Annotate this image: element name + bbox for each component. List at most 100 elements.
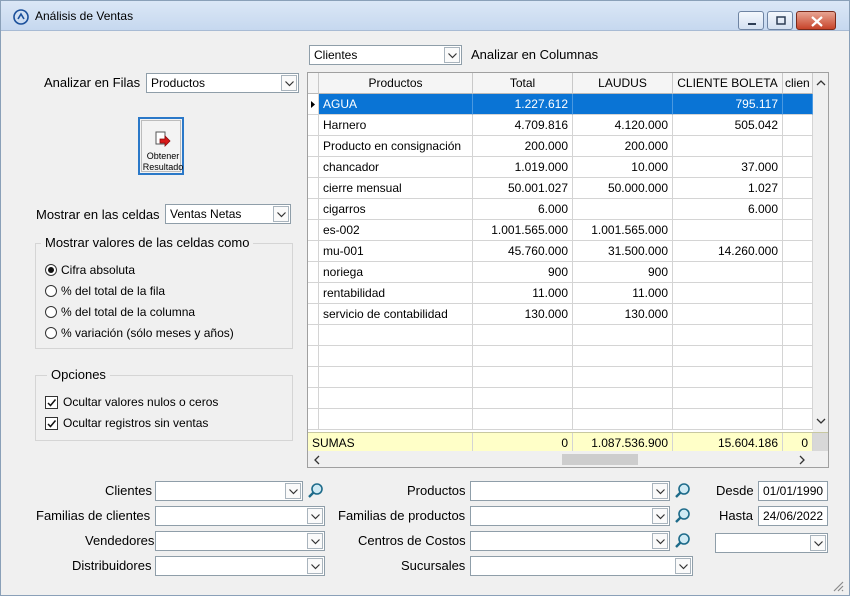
chevron-down-icon[interactable] [816,418,826,425]
table-cell[interactable] [319,388,473,409]
minimize-button[interactable] [738,11,764,30]
table-row[interactable] [308,388,813,409]
table-cell[interactable] [673,262,783,283]
header-laudus[interactable]: LAUDUS [573,73,673,94]
table-cell[interactable]: 6.000 [473,199,573,220]
table-cell[interactable]: Harnero [319,115,473,136]
chevron-down-icon[interactable] [652,533,668,549]
chevron-down-icon[interactable] [281,75,297,91]
table-cell[interactable]: Producto en consignación [319,136,473,157]
vertical-scrollbar[interactable] [813,73,828,433]
table-cell[interactable] [673,220,783,241]
table-cell[interactable] [473,409,573,430]
table-cell[interactable] [783,262,813,283]
table-cell[interactable] [319,367,473,388]
table-row[interactable]: noriega 900 900 [308,262,813,283]
table-cell[interactable] [783,94,813,115]
table-cell[interactable] [783,283,813,304]
table-cell[interactable] [783,136,813,157]
horizontal-scroll-thumb[interactable] [562,454,638,465]
header-cliente-boleta[interactable]: CLIENTE BOLETA [673,73,783,94]
table-cell[interactable] [673,388,783,409]
table-cell[interactable]: 900 [473,262,573,283]
productos-search-icon[interactable] [673,481,693,501]
chevron-down-icon[interactable] [675,558,691,574]
table-cell[interactable] [783,346,813,367]
table-cell[interactable]: 14.260.000 [673,241,783,262]
chevron-down-icon[interactable] [285,483,301,499]
table-cell[interactable] [673,283,783,304]
table-cell[interactable] [673,325,783,346]
cells-combo[interactable]: Ventas Netas [165,204,291,224]
chevron-down-icon[interactable] [307,533,323,549]
table-cell[interactable]: AGUA [319,94,473,115]
table-cell[interactable]: 1.001.565.000 [573,220,673,241]
table-cell[interactable]: mu-001 [319,241,473,262]
centros-costos-combo[interactable] [470,531,670,551]
table-cell[interactable]: es-002 [319,220,473,241]
radio-button[interactable] [45,285,57,297]
chevron-down-icon[interactable] [810,535,826,551]
table-cell[interactable] [319,325,473,346]
table-cell[interactable]: 10.000 [573,157,673,178]
table-cell[interactable]: servicio de contabilidad [319,304,473,325]
table-cell[interactable] [573,325,673,346]
table-row[interactable] [308,325,813,346]
hasta-date-field[interactable]: 24/06/2022 [758,506,828,526]
table-cell[interactable]: 1.027 [673,178,783,199]
table-cell[interactable] [473,346,573,367]
header-clien[interactable]: clien [783,73,813,94]
table-row[interactable] [308,409,813,430]
table-cell[interactable]: 50.001.027 [473,178,573,199]
table-cell[interactable] [573,388,673,409]
table-cell[interactable]: cierre mensual [319,178,473,199]
clientes-search-icon[interactable] [306,481,326,501]
table-cell[interactable] [783,178,813,199]
table-row[interactable]: cierre mensual 50.001.027 50.000.000 1.027 [308,178,813,199]
period-combo[interactable] [715,533,828,553]
title-bar[interactable]: Análisis de Ventas [1,1,849,31]
header-productos[interactable]: Productos [319,73,473,94]
table-cell[interactable] [673,346,783,367]
table-cell[interactable]: 4.120.000 [573,115,673,136]
results-grid[interactable]: Productos Total LAUDUS CLIENTE BOLETA cl… [307,72,829,468]
chevron-down-icon[interactable] [652,508,668,524]
header-total[interactable]: Total [473,73,573,94]
checkbox[interactable] [45,396,58,409]
table-row[interactable]: Harnero 4.709.816 4.120.000 505.042 [308,115,813,136]
table-cell[interactable] [573,346,673,367]
table-cell[interactable] [319,409,473,430]
table-row[interactable]: chancador 1.019.000 10.000 37.000 [308,157,813,178]
table-cell[interactable] [673,304,783,325]
table-cell[interactable]: 200.000 [573,136,673,157]
table-cell[interactable]: 1.001.565.000 [473,220,573,241]
sucursales-combo[interactable] [470,556,693,576]
table-cell[interactable] [573,94,673,115]
table-row[interactable]: rentabilidad 11.000 11.000 [308,283,813,304]
radio-button[interactable] [45,306,57,318]
table-cell[interactable]: 45.760.000 [473,241,573,262]
table-row[interactable] [308,346,813,367]
table-cell[interactable] [783,157,813,178]
table-cell[interactable]: 795.117 [673,94,783,115]
table-cell[interactable] [783,115,813,136]
table-cell[interactable] [673,409,783,430]
table-cell[interactable]: cigarros [319,199,473,220]
table-cell[interactable]: 900 [573,262,673,283]
table-row[interactable]: servicio de contabilidad 130.000 130.000 [308,304,813,325]
table-row[interactable]: Producto en consignación 200.000 200.000 [308,136,813,157]
table-row[interactable]: AGUA 1.227.612 795.117 [308,94,813,115]
table-cell[interactable]: 200.000 [473,136,573,157]
familias-productos-search-icon[interactable] [673,506,693,526]
maximize-button[interactable] [767,11,793,30]
chevron-left-icon[interactable] [313,455,320,465]
productos-combo[interactable] [470,481,670,501]
table-cell[interactable]: 31.500.000 [573,241,673,262]
table-cell[interactable] [673,367,783,388]
table-cell[interactable] [783,304,813,325]
table-cell[interactable]: noriega [319,262,473,283]
chevron-down-icon[interactable] [307,508,323,524]
chevron-down-icon[interactable] [273,206,289,222]
table-row[interactable] [308,367,813,388]
table-cell[interactable] [319,346,473,367]
